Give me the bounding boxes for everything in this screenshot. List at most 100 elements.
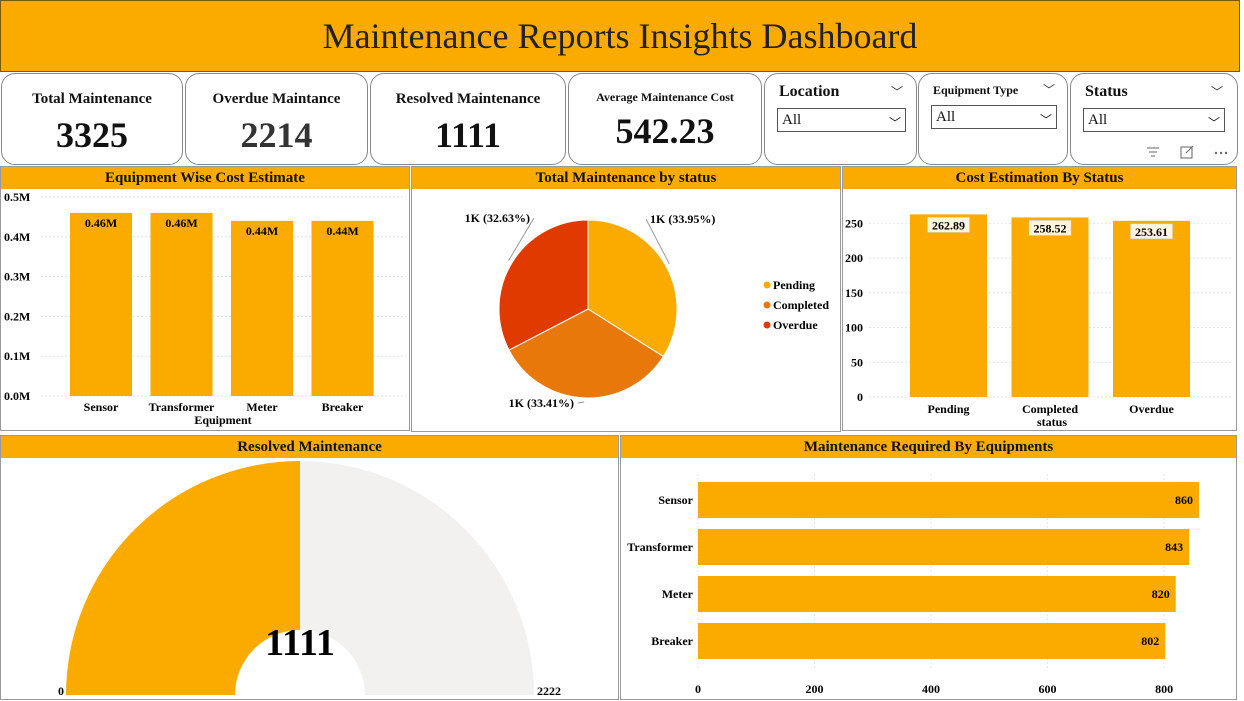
chevron-down-icon: ﹀ — [1039, 113, 1052, 127]
status-pie-panel[interactable]: Total Maintenance by status 1K (33.95%) 1… — [411, 166, 841, 432]
chevron-down-icon[interactable]: ﹀ — [891, 83, 903, 100]
x-tick-label: Completed — [1022, 402, 1078, 416]
legend-label: Completed — [773, 298, 829, 312]
data-label: 253.61 — [1135, 225, 1168, 239]
x-tick-label: Breaker — [322, 400, 364, 414]
status-dropdown[interactable]: All ﹀ — [1083, 108, 1225, 132]
y-tick-label: 50 — [851, 355, 863, 369]
y-tick-label: 200 — [845, 251, 863, 265]
kpi-label: Total Maintenance — [32, 91, 152, 107]
data-label: 843 — [1165, 540, 1183, 554]
kpi-value: 542.23 — [615, 111, 715, 151]
legend-label: Pending — [773, 278, 815, 292]
bar — [1011, 217, 1089, 397]
x-tick-label: Sensor — [84, 400, 119, 414]
data-label: 0.44M — [246, 224, 278, 238]
panel-title: Equipment Wise Cost Estimate — [1, 167, 409, 189]
status-pie-chart: 1K (33.95%) 1K (33.41%) 1K (32.63%) Pending… — [465, 211, 830, 410]
chevron-down-icon: ﹀ — [1207, 116, 1220, 130]
panel-title: Cost Estimation By Status — [843, 167, 1236, 189]
panel-title: Resolved Maintenance — [1, 436, 618, 458]
y-tick-label: 150 — [845, 286, 863, 300]
slicer-equipment-type[interactable]: Equipment Type ﹀ All ﹀ — [918, 73, 1068, 165]
x-tick-label: 600 — [1039, 682, 1057, 696]
x-tick-label: 200 — [806, 682, 824, 696]
data-label: 0.46M — [85, 216, 117, 230]
dropdown-value: All — [936, 109, 956, 125]
x-tick-label: Transformer — [149, 400, 215, 414]
leader-line — [577, 401, 585, 404]
equipment-required-panel[interactable]: Maintenance Required By Equipments 0 200 4… — [620, 435, 1237, 700]
kpi-label: Average Maintenance Cost — [596, 90, 734, 104]
legend-marker — [763, 321, 771, 329]
slicer-title: Equipment Type — [933, 83, 1019, 97]
bar — [1113, 220, 1190, 397]
data-label: 802 — [1141, 634, 1159, 648]
gauge-min-label: 0 — [58, 684, 64, 698]
x-tick-label: 400 — [922, 682, 940, 696]
more-options-icon[interactable] — [1213, 145, 1229, 159]
y-tick-label: 0.4M — [4, 230, 30, 244]
y-tick-label: 0.0M — [4, 389, 30, 403]
bar — [698, 482, 1200, 518]
equipment-cost-panel[interactable]: Equipment Wise Cost Estimate 0.0M 0.1M 0.2… — [0, 166, 410, 431]
x-tick-label: 800 — [1155, 682, 1173, 696]
data-label: 0.44M — [326, 224, 358, 238]
y-tick-label: 100 — [845, 321, 863, 335]
x-axis-title: status — [1037, 415, 1067, 429]
dropdown-value: All — [782, 112, 802, 128]
bar — [231, 220, 293, 396]
panel-title: Maintenance Required By Equipments — [621, 436, 1236, 458]
dashboard-title: Maintenance Reports Insights Dashboard — [0, 0, 1240, 72]
data-label: 1K (33.95%) — [650, 212, 715, 226]
bar — [698, 529, 1190, 565]
data-label: 1K (33.41%) — [509, 396, 574, 410]
dropdown-value: All — [1088, 112, 1108, 128]
kpi-value: 2214 — [240, 115, 313, 155]
y-tick-label: Transformer — [627, 540, 693, 554]
focus-mode-icon[interactable] — [1179, 145, 1195, 159]
slicer-title: Status — [1085, 83, 1128, 100]
data-label: 860 — [1175, 493, 1193, 507]
chevron-down-icon: ﹀ — [888, 116, 901, 130]
chevron-down-icon[interactable]: ﹀ — [1043, 81, 1055, 98]
bar — [70, 212, 132, 396]
legend-marker — [763, 281, 771, 289]
data-label: 1K (32.63%) — [465, 211, 530, 225]
equipment-type-dropdown[interactable]: All ﹀ — [931, 105, 1057, 129]
y-tick-label: 0.1M — [4, 349, 30, 363]
kpi-card-avg-cost[interactable]: Average Maintenance Cost 542.23 — [568, 73, 762, 165]
data-label: 262.89 — [932, 218, 965, 232]
y-tick-label: 0 — [857, 390, 863, 404]
y-tick-label: Meter — [662, 587, 694, 601]
bar — [311, 220, 374, 396]
kpi-value: 1111 — [434, 115, 502, 155]
legend-label: Overdue — [773, 318, 818, 332]
resolved-gauge-panel[interactable]: Resolved Maintenance 1111 0 2222 — [0, 435, 619, 700]
y-tick-label: Breaker — [651, 634, 693, 648]
cost-status-panel[interactable]: Cost Estimation By Status 0 50 100 150 200 25… — [842, 166, 1237, 431]
y-tick-label: 0.5M — [4, 190, 30, 204]
kpi-card-total[interactable]: Total Maintenance 3325 — [1, 73, 183, 165]
x-tick-label: Meter — [246, 400, 278, 414]
equipment-cost-chart: 0.0M 0.1M 0.2M 0.3M 0.4M 0.5M 0.46M Sensor 0.46M… — [4, 190, 406, 427]
slicer-title: Location — [779, 83, 840, 100]
y-tick-label: Sensor — [658, 493, 693, 507]
kpi-label: Overdue Maintance — [212, 91, 341, 107]
gauge-value: 1111 — [265, 622, 335, 664]
filter-icon[interactable] — [1145, 145, 1161, 159]
x-tick-label: Pending — [927, 402, 969, 416]
y-tick-label: 0.2M — [4, 309, 30, 323]
slicer-status[interactable]: Status ﹀ All ﹀ — [1070, 73, 1238, 165]
x-axis-title: Equipment — [194, 413, 251, 427]
gauge-max-label: 2222 — [537, 684, 561, 698]
kpi-card-overdue[interactable]: Overdue Maintance 2214 — [185, 73, 368, 165]
kpi-card-resolved[interactable]: Resolved Maintenance 1111 — [370, 73, 566, 165]
bar — [698, 623, 1166, 659]
resolved-gauge-chart: 1111 0 2222 — [58, 461, 561, 698]
kpi-value: 3325 — [56, 115, 128, 155]
chevron-down-icon[interactable]: ﹀ — [1211, 83, 1223, 100]
slicer-location[interactable]: Location ﹀ All ﹀ — [764, 73, 917, 165]
location-dropdown[interactable]: All ﹀ — [777, 108, 906, 132]
kpi-label: Resolved Maintenance — [395, 91, 541, 107]
